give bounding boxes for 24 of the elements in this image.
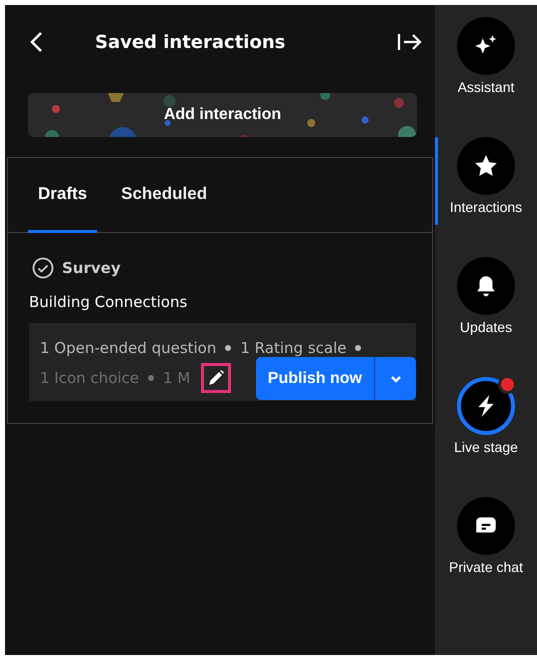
- separator-dot: [225, 345, 232, 351]
- question-summary: 1 Rating scale: [240, 339, 346, 357]
- sidebar-item[interactable]: Updates: [435, 257, 537, 369]
- publish-options-button[interactable]: [374, 357, 416, 400]
- question-summary: 1 Icon choice: [40, 369, 140, 387]
- question-summary: 1 M: [163, 369, 190, 387]
- sidebar-item[interactable]: Interactions: [435, 137, 537, 249]
- sidebar-item[interactable]: Private chat: [435, 497, 537, 609]
- question-summary: 1 Open-ended question: [40, 339, 216, 357]
- chevron-down-icon: [390, 374, 402, 382]
- add-interaction-button[interactable]: Add interaction: [28, 93, 417, 137]
- tab[interactable]: Drafts: [28, 158, 98, 233]
- panel-title: Saved interactions: [94, 32, 286, 52]
- separator-dot: [148, 375, 154, 381]
- draft-title: Building Connections: [28, 292, 188, 311]
- pencil-icon: [207, 369, 225, 387]
- interaction-type: Survey: [62, 259, 121, 277]
- chevron-left-icon: [29, 31, 45, 53]
- sidebar-item[interactable]: Assistant: [435, 17, 537, 129]
- sidebar-item[interactable]: Live stage: [435, 377, 537, 489]
- edit-button[interactable]: [201, 363, 231, 393]
- tab[interactable]: Scheduled: [111, 158, 218, 233]
- collapse-arrow-icon: [397, 31, 423, 53]
- check-circle-icon: [32, 257, 54, 279]
